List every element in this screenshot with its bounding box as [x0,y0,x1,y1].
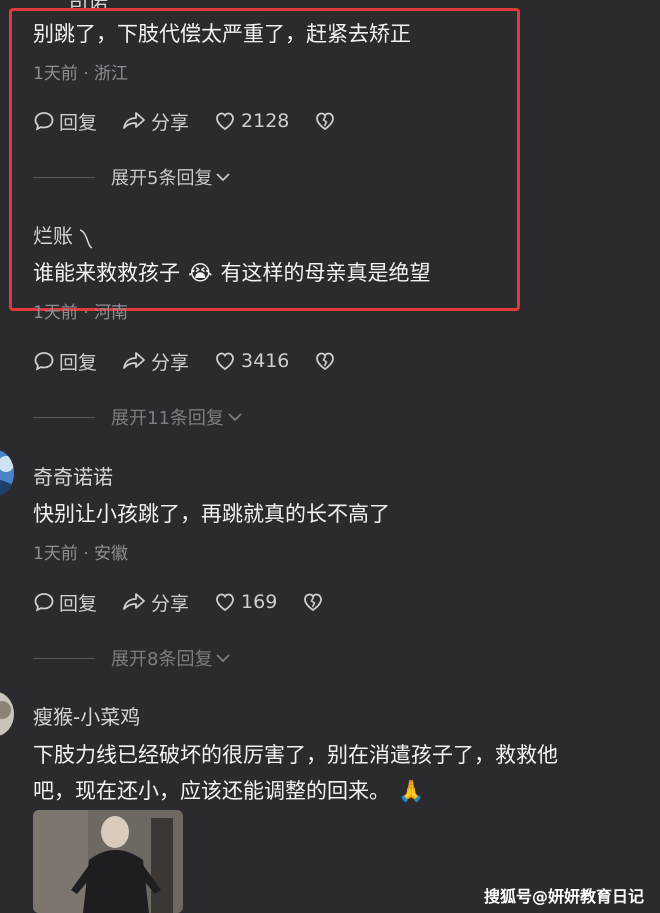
divider-line [33,657,95,659]
expand-label: 展开11条回复 [111,408,224,429]
comment-text: 别跳了，下肢代偿太严重了，赶紧去矫正 [33,22,411,46]
chevron-down-icon [216,654,231,663]
divider-line [33,416,95,418]
reply-button[interactable]: 回复 [33,589,97,616]
comment-text-line1: 下肢力线已经破坏的很厉害了，别在消遣孩子了，救救他 [33,743,558,767]
expand-replies-button[interactable]: 展开8条回复 [33,645,232,671]
comment-text-row: 谁能来救救孩子 😭 有这样的母亲真是绝望 [33,253,431,293]
signature-squiggle [79,229,93,249]
like-button[interactable]: 169 [213,591,277,613]
comment-text: 快别让小孩跳了，再跳就真的长不高了 [33,502,390,526]
expand-label: 展开8条回复 [111,649,213,670]
expand-replies-button[interactable]: 展开11条回复 [33,404,244,430]
reply-label: 回复 [59,111,98,134]
reply-button[interactable]: 回复 [33,108,97,135]
share-label: 分享 [151,111,190,134]
comment-text-line2: 吧，现在还小，应该还能调整的回来。 [33,779,390,803]
heart-icon [216,352,234,371]
broken-heart-icon [316,112,335,131]
comment-image[interactable] [33,810,183,913]
share-arrow-icon [123,593,145,610]
reply-button[interactable]: 回复 [33,348,97,375]
like-count: 2128 [241,110,290,132]
comment-meta: 1天前 · 浙江 [33,64,129,84]
divider-line [33,176,95,178]
heart-icon [216,112,234,131]
like-count: 169 [241,591,278,613]
comment-meta: 1天前 · 安徽 [33,544,129,564]
avatar[interactable] [0,450,14,496]
dislike-button[interactable] [301,591,329,613]
crying-emoji: 😭 [188,261,213,285]
share-label: 分享 [151,592,190,615]
comment-actions: 回复 分享 2128 [33,106,365,136]
dislike-button[interactable] [313,350,341,372]
share-button[interactable]: 分享 [121,589,189,616]
watermark: 搜狐号@妍妍教育日记 [483,887,644,906]
comment-photo [33,810,183,913]
comment-bubble-icon [34,593,54,612]
share-button[interactable]: 分享 [121,108,189,135]
heart-icon [216,593,234,612]
comment-username[interactable]: 瘦猴-小菜鸡 [33,701,140,730]
avatar-image [0,450,14,496]
expand-label: 展开5条回复 [111,168,213,189]
like-button[interactable]: 2128 [213,110,289,132]
share-label: 分享 [151,351,190,374]
chevron-down-icon [216,173,231,182]
reply-label: 回复 [59,592,98,615]
comment-text-line2-row: 吧，现在还小，应该还能调整的回来。 🙏 [33,771,424,811]
comment-text-continued: 有这样的母亲真是绝望 [220,261,431,285]
like-count: 3416 [241,350,290,372]
like-button[interactable]: 3416 [213,350,289,372]
avatar[interactable] [0,692,14,736]
share-button[interactable]: 分享 [121,348,189,375]
comment-bubble-icon [34,352,54,371]
comment-username[interactable]: 烂账 [33,220,73,249]
expand-replies-button[interactable]: 展开5条回复 [33,164,232,190]
comment-actions: 回复 分享 169 [33,587,353,617]
chevron-down-icon [228,413,242,422]
dislike-button[interactable] [313,110,341,132]
comment-username[interactable]: 奇奇诺诺 [33,461,113,490]
broken-heart-icon [304,593,323,612]
comment-text: 谁能来救救孩子 [33,261,180,285]
avatar-image [0,692,14,736]
praying-hands-emoji: 🙏 [398,779,425,803]
comment-bubble-icon [34,112,54,131]
share-arrow-icon [123,352,145,369]
reply-label: 回复 [59,351,98,374]
comment-meta: 1天前 · 河南 [33,303,129,323]
broken-heart-icon [316,352,335,371]
comment-actions: 回复 分享 3416 [33,346,365,376]
share-arrow-icon [123,112,145,129]
